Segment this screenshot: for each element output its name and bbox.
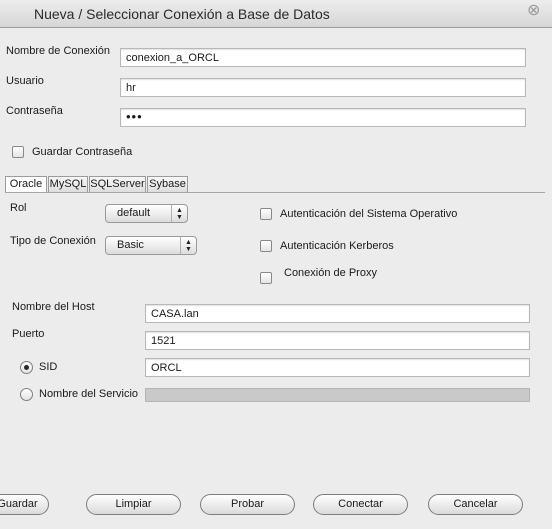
updown-arrows-icon: ▲ ▼ xyxy=(180,237,196,254)
os-auth-checkbox[interactable] xyxy=(260,208,272,220)
user-input[interactable]: hr xyxy=(120,78,526,97)
proxy-label: Conexión de Proxy xyxy=(284,267,377,279)
role-label: Rol xyxy=(10,202,27,214)
port-label: Puerto xyxy=(12,328,45,340)
kerberos-checkbox[interactable] xyxy=(260,240,272,252)
port-input[interactable]: 1521 xyxy=(145,331,530,350)
sid-label: SID xyxy=(39,361,58,373)
password-input[interactable]: ••• xyxy=(120,108,526,127)
connection-type-select[interactable]: Basic ▲ ▼ xyxy=(105,236,197,255)
service-name-radio[interactable] xyxy=(20,388,33,401)
sid-input[interactable]: ORCL xyxy=(145,358,530,377)
window-title: Nueva / Seleccionar Conexión a Base de D… xyxy=(34,6,330,22)
sid-radio[interactable] xyxy=(20,361,33,374)
tab-sybase[interactable]: Sybase xyxy=(147,176,188,192)
service-name-input xyxy=(145,388,530,402)
tab-oracle[interactable]: Oracle xyxy=(5,176,47,193)
role-select[interactable]: default ▲ ▼ xyxy=(105,204,188,223)
connection-name-label: Nombre de Conexión xyxy=(6,45,110,57)
save-password-checkbox[interactable] xyxy=(12,146,24,158)
close-icon[interactable]: ⊗ xyxy=(527,3,540,19)
service-name-label: Nombre del Servicio xyxy=(39,388,139,400)
test-button[interactable]: Probar xyxy=(200,494,295,515)
clear-button[interactable]: Limpiar xyxy=(86,494,181,515)
host-label: Nombre del Host xyxy=(12,301,95,313)
save-password-label: Guardar Contraseña xyxy=(32,146,133,158)
password-label: Contraseña xyxy=(6,105,63,117)
tab-sqlserver[interactable]: SQLServer xyxy=(89,176,146,192)
save-button[interactable]: Guardar xyxy=(0,494,49,515)
kerberos-label: Autenticación Kerberos xyxy=(280,240,394,252)
updown-arrows-icon: ▲ ▼ xyxy=(171,205,187,222)
tab-mysql[interactable]: MySQL xyxy=(48,176,88,192)
connection-name-input[interactable]: conexion_a_ORCL xyxy=(120,48,526,67)
user-label: Usuario xyxy=(6,75,44,87)
connection-type-label: Tipo de Conexión xyxy=(10,235,96,247)
host-input[interactable]: CASA.lan xyxy=(145,304,530,323)
connect-button[interactable]: Conectar xyxy=(313,494,408,515)
os-auth-label: Autenticación del Sistema Operativo xyxy=(280,208,458,220)
proxy-checkbox[interactable] xyxy=(260,272,272,284)
tab-panel-divider xyxy=(5,192,545,193)
connection-type-value: Basic xyxy=(117,239,144,251)
cancel-button[interactable]: Cancelar xyxy=(428,494,523,515)
role-select-value: default xyxy=(117,207,151,219)
